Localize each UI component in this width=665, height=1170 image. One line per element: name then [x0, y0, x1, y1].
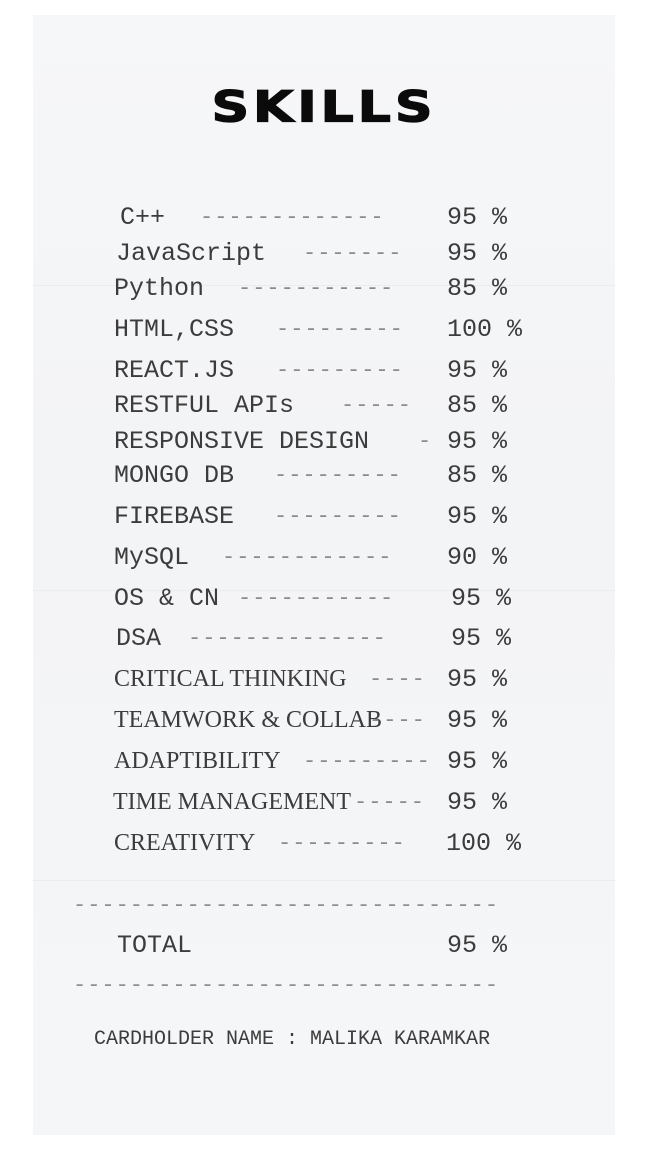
skill-percent: 85 %: [447, 391, 508, 420]
cardholder-name: CARDHOLDER NAME : MALIKA KARAMKAR: [94, 1028, 491, 1051]
skill-leader-dashes: ----: [369, 667, 426, 692]
skill-leader-dashes: ---------: [274, 504, 402, 529]
paper-crease: [33, 880, 615, 881]
skill-percent: 95 %: [447, 706, 508, 735]
skill-leader-dashes: -----------: [238, 276, 395, 301]
skill-percent: 100 %: [446, 829, 522, 858]
skill-name: OS & CN: [114, 584, 220, 613]
skill-leader-dashes: ----: [369, 708, 426, 733]
skill-name: DSA: [116, 624, 162, 653]
skill-name: REACT.JS: [114, 356, 235, 385]
skill-leader-dashes: ---------: [276, 358, 404, 383]
skill-leader-dashes: -: [418, 429, 433, 454]
skill-percent: 85 %: [447, 461, 508, 490]
skill-leader-dashes: ---------: [276, 317, 404, 342]
skill-name: RESPONSIVE DESIGN: [114, 427, 370, 456]
skill-percent: 95 %: [451, 624, 512, 653]
divider-top: ------------------------------: [73, 893, 500, 918]
total-label: TOTAL: [117, 931, 193, 960]
skill-percent: 95 %: [447, 356, 508, 385]
skill-percent: 95 %: [447, 665, 508, 694]
skill-name: TEAMWORK & COLLAB: [114, 707, 382, 733]
skill-name: FIREBASE: [114, 502, 235, 531]
skill-name: RESTFUL APIs: [114, 391, 295, 420]
divider-bottom: ------------------------------: [73, 973, 500, 998]
skill-name: ADAPTIBILITY: [114, 748, 281, 774]
skill-name: JavaScript: [116, 239, 267, 268]
skill-name: Python: [114, 274, 205, 303]
skill-leader-dashes: -----: [341, 393, 413, 418]
skill-name: MySQL: [114, 543, 190, 572]
skill-leader-dashes: ---------: [278, 831, 406, 856]
skill-leader-dashes: --------------: [188, 626, 387, 651]
skill-percent: 95 %: [447, 427, 508, 456]
skill-leader-dashes: -------------: [200, 205, 385, 230]
skill-percent: 85 %: [447, 274, 508, 303]
skill-name: CREATIVITY: [114, 830, 256, 856]
skill-leader-dashes: ---------: [274, 463, 402, 488]
skill-name: TIME MANAGEMENT: [113, 789, 351, 815]
skill-name: MONGO DB: [114, 461, 235, 490]
total-value: 95 %: [447, 931, 508, 960]
skill-leader-dashes: ------------: [222, 545, 393, 570]
receipt: SKILLS C++ ------------- 95 % JavaScript ---…: [33, 15, 615, 1135]
skill-percent: 95 %: [447, 502, 508, 531]
skill-leader-dashes: -----: [354, 790, 426, 815]
skill-percent: 95 %: [447, 788, 508, 817]
skill-name: HTML,CSS: [114, 315, 235, 344]
skill-leader-dashes: -------: [303, 241, 403, 266]
skill-percent: 90 %: [447, 543, 508, 572]
skill-percent: 95 %: [447, 203, 508, 232]
skill-percent: 100 %: [447, 315, 523, 344]
page-title: SKILLS: [211, 82, 437, 133]
skill-name: C++: [120, 203, 166, 232]
skill-leader-dashes: ---------: [303, 749, 431, 774]
skill-percent: 95 %: [447, 747, 508, 776]
skill-percent: 95 %: [451, 584, 512, 613]
skill-percent: 95 %: [447, 239, 508, 268]
skill-leader-dashes: -----------: [238, 586, 395, 611]
skill-name: CRITICAL THINKING: [114, 666, 347, 692]
